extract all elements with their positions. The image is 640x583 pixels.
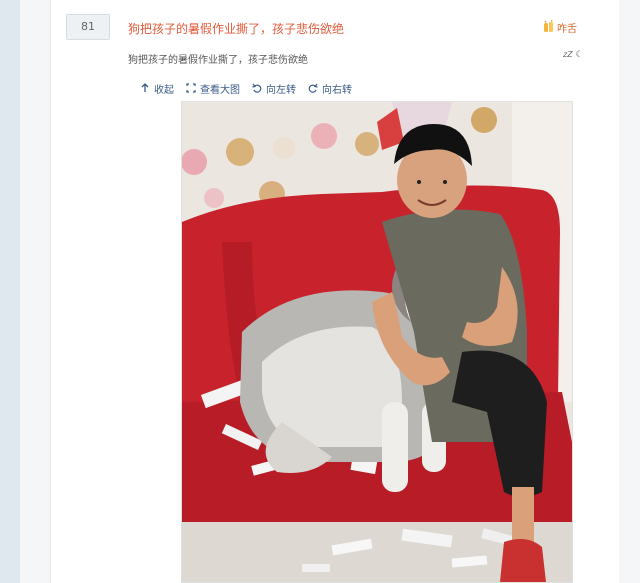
- rotate-right-icon: [308, 83, 318, 93]
- collapse-button[interactable]: 收起: [140, 81, 174, 96]
- view-large-label: 查看大图: [200, 84, 240, 96]
- rotate-left-icon: [252, 83, 262, 93]
- sleep-emoticon-icon: zZ ☾: [563, 50, 584, 60]
- rotate-left-button[interactable]: 向左转: [252, 81, 296, 96]
- view-large-button[interactable]: 查看大图: [186, 81, 240, 96]
- boy-with-husky-photo: [182, 102, 572, 582]
- rotate-left-label: 向左转: [266, 84, 296, 96]
- sleep-emoticon-text: zZ: [563, 50, 573, 59]
- reaction-emoticon[interactable]: 咋舌: [543, 17, 577, 37]
- rotate-right-label: 向右转: [322, 84, 352, 96]
- post-photo[interactable]: [181, 101, 573, 583]
- clap-hands-icon: [544, 20, 553, 32]
- expand-icon: [186, 83, 196, 93]
- reaction-label: 咋舌: [557, 23, 577, 35]
- collapse-label: 收起: [154, 84, 174, 96]
- post-description: 狗把孩子的暑假作业撕了，孩子悲伤欲绝: [128, 55, 308, 66]
- floor-number-badge: 81: [66, 14, 110, 40]
- image-toolbar: 收起 查看大图 向左转 向右转: [140, 80, 352, 96]
- post-title-link[interactable]: 狗把孩子的暑假作业撕了，孩子悲伤欲绝: [128, 20, 344, 37]
- arrow-up-icon: [141, 83, 149, 92]
- rotate-right-button[interactable]: 向右转: [308, 81, 352, 96]
- screenshot-page: 81 狗把孩子的暑假作业撕了，孩子悲伤欲绝 咋舌 狗把孩子的暑假作业撕了，孩子悲…: [0, 0, 640, 583]
- left-border-strip: [0, 0, 20, 583]
